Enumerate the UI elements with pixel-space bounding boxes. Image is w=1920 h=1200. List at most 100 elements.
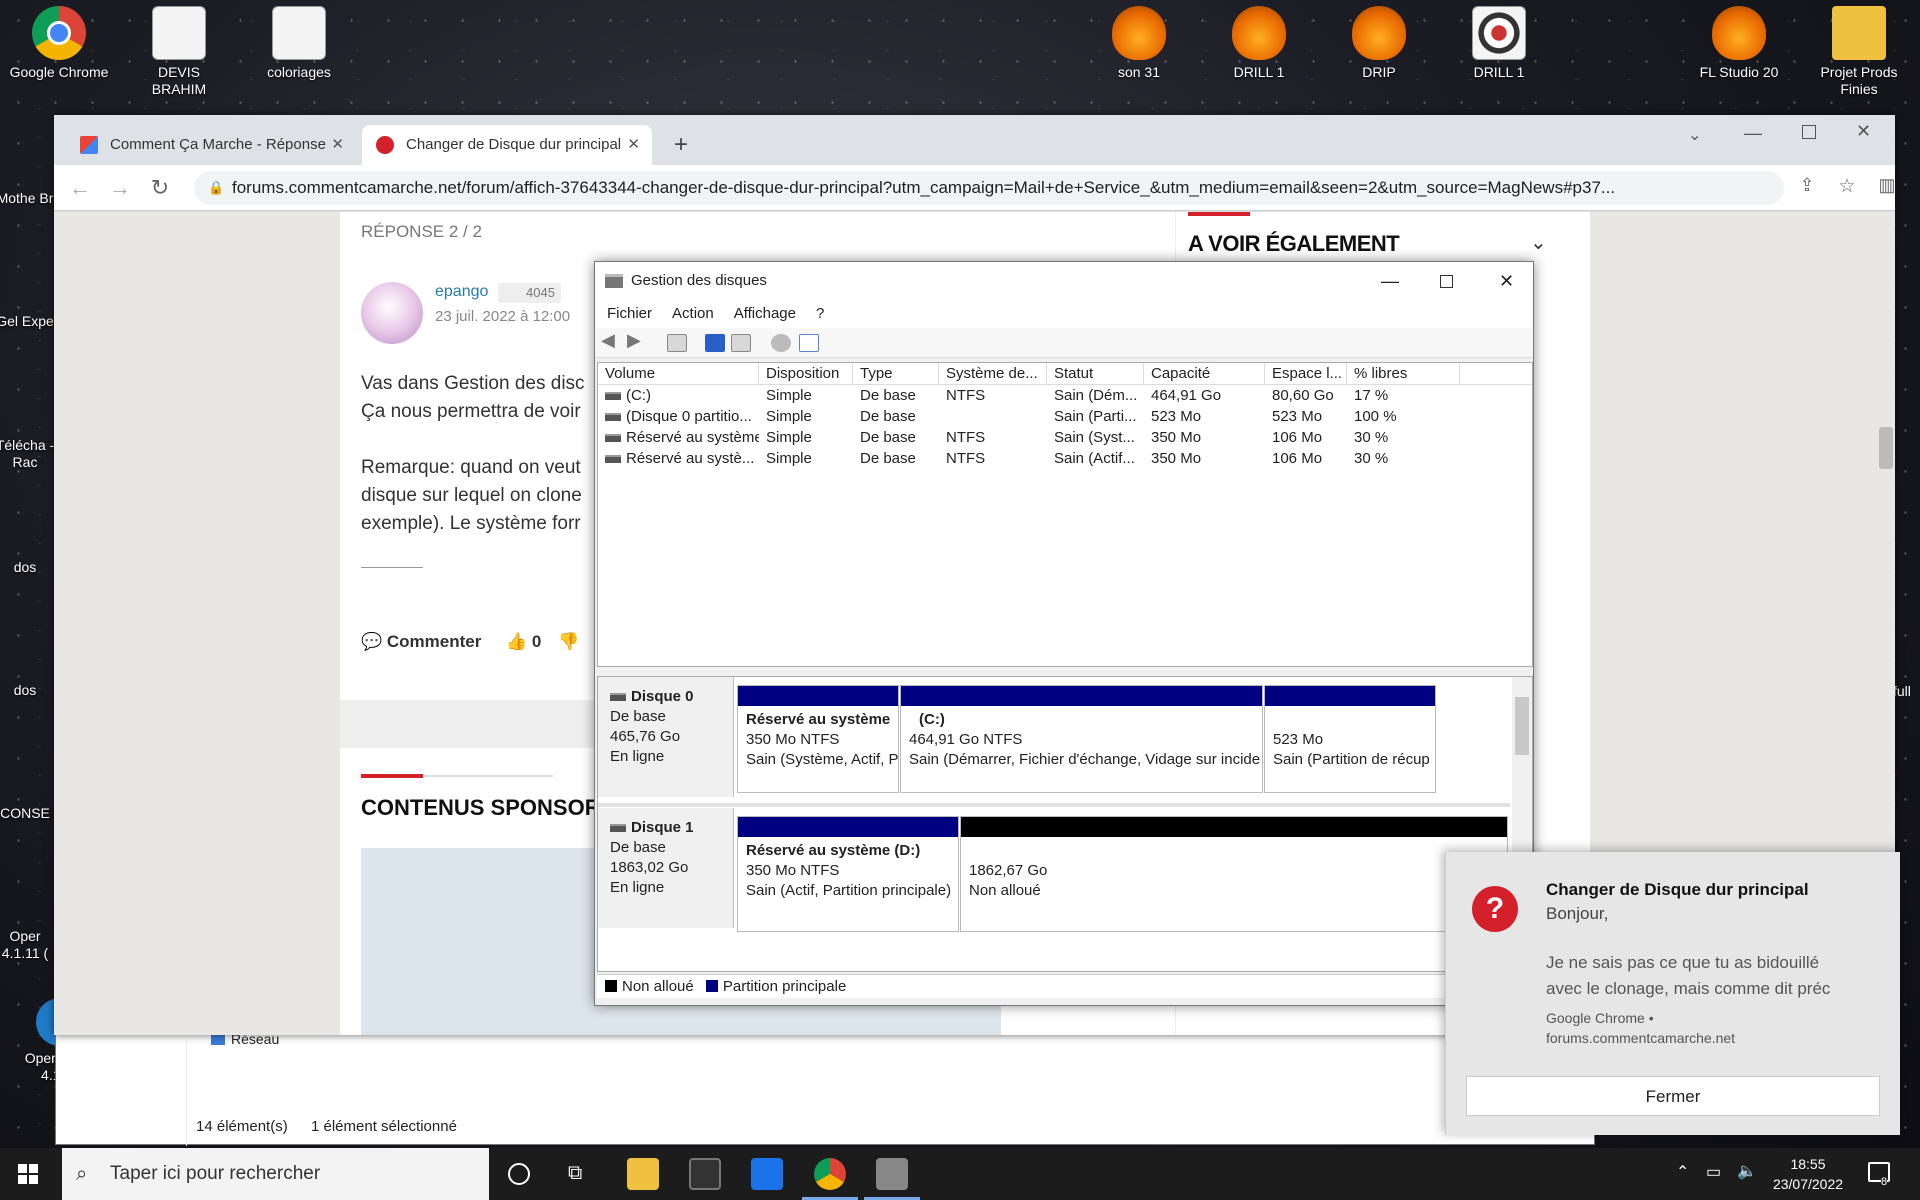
table-row[interactable]: (C:) Simple De base NTFS Sain (Dém... 46… (598, 385, 1532, 406)
mail-taskbar-icon[interactable] (751, 1158, 783, 1190)
close-notification-button[interactable]: Fermer (1466, 1076, 1880, 1116)
ccm-logo-icon: ? (1472, 886, 1518, 932)
disk-graphical-view[interactable]: Disque 0 De base 465,76 Go En ligne Rése… (597, 676, 1533, 972)
like-count: 0 (531, 632, 542, 651)
disk-management-window[interactable]: Gestion des disques — ✕ Fichier Action Aff… (594, 261, 1534, 1006)
comment-button[interactable]: 💬 Commenter (361, 632, 481, 652)
disk1-unallocated[interactable]: 1862,67 Go Non alloué (960, 816, 1508, 932)
back-icon[interactable]: ◀ (601, 330, 621, 350)
author-score-badge: 4045 (498, 283, 561, 303)
close-tab-icon[interactable]: ✕ (331, 125, 344, 165)
desktop-icon-projet-prods[interactable]: Projet Prods Finies (1809, 0, 1909, 98)
desktop-icon-left-6[interactable]: CONSE (0, 805, 60, 822)
desktop-icon-drip[interactable]: DRIP (1329, 0, 1429, 81)
column-volume[interactable]: Volume (598, 363, 759, 385)
rule (423, 775, 553, 777)
type-cell: De base (860, 450, 916, 467)
cortana-icon[interactable] (508, 1163, 530, 1185)
reload-button[interactable]: ↻ (146, 175, 174, 201)
table-row[interactable]: Réservé au systè... Simple De base NTFS … (598, 448, 1532, 469)
disk0-label[interactable]: Disque 0 De base 465,76 Go En ligne (598, 677, 734, 797)
close-window-button[interactable]: ✕ (1856, 121, 1871, 142)
connect-icon[interactable] (771, 334, 791, 352)
network-icon[interactable]: ▭ (1706, 1162, 1721, 1182)
tab-gmail[interactable]: Comment Ça Marche - Réponse ✕ (66, 125, 356, 165)
column-type[interactable]: Type (853, 363, 939, 385)
comment-icon: 💬 (361, 632, 387, 651)
new-tab-button[interactable]: + (674, 131, 688, 159)
dm-titlebar[interactable]: Gestion des disques — ✕ (595, 262, 1533, 300)
sidepanel-icon[interactable]: ▥ (1873, 175, 1901, 196)
column-free-space[interactable]: Espace l... (1265, 363, 1347, 385)
forward-icon[interactable]: ▶ (627, 330, 647, 350)
desktop-icon-fl-studio[interactable]: FL Studio 20 (1689, 0, 1789, 81)
table-row[interactable]: (Disque 0 partitio... Simple De base Sai… (598, 406, 1532, 427)
maximize-button[interactable] (1802, 125, 1816, 139)
disk-management-taskbar-icon[interactable] (876, 1158, 908, 1190)
desktop-icon-left-1[interactable]: Mothe Br (0, 190, 60, 207)
chrome-taskbar-icon[interactable] (814, 1158, 846, 1190)
taskbar-search[interactable]: ⌕ Taper ici pour rechercher (62, 1148, 489, 1200)
notification-toast[interactable]: ? Changer de Disque dur principal Bonjou… (1445, 852, 1900, 1135)
disk1-label[interactable]: Disque 1 De base 1863,02 Go En ligne (598, 808, 734, 928)
help-icon[interactable] (705, 334, 725, 352)
minimize-button[interactable]: — (1744, 123, 1762, 144)
tab-active[interactable]: Changer de Disque dur principal ✕ (362, 125, 652, 165)
desktop-icon-google-chrome[interactable]: Google Chrome (9, 0, 109, 81)
desktop-icon-drill-1-audio[interactable]: DRILL 1 (1449, 0, 1549, 81)
volume-icon (605, 413, 621, 422)
menu-help[interactable]: ? (816, 305, 824, 322)
properties-icon[interactable] (731, 334, 751, 352)
author-link[interactable]: epango (435, 278, 488, 306)
maximize-button[interactable] (1440, 275, 1453, 288)
desktop-icon-son-31[interactable]: son 31 (1089, 0, 1189, 81)
address-bar[interactable]: 🔒 forums.commentcamarche.net/forum/affic… (194, 171, 1784, 205)
disk0-partition-system[interactable]: Réservé au système 350 Mo NTFS Sain (Sys… (737, 685, 899, 793)
minimize-button[interactable]: — (1381, 262, 1399, 300)
partition-name: Réservé au système (746, 711, 891, 728)
desktop-icon-left-3[interactable]: Télécha - Rac (0, 437, 60, 471)
volume-icon[interactable]: 🔈 (1737, 1161, 1757, 1181)
menu-fichier[interactable]: Fichier (607, 305, 652, 322)
percent-cell: 17 % (1354, 387, 1389, 404)
desktop-icon-left-7[interactable]: Oper 4.1.11 ( (0, 928, 60, 962)
volume-list[interactable]: Volume Disposition Type Système de... St… (597, 362, 1533, 667)
settings-icon[interactable] (799, 334, 819, 352)
column-status[interactable]: Statut (1047, 363, 1144, 385)
desktop-icon-left-2[interactable]: Gel Expe (0, 313, 60, 330)
bookmark-star-icon[interactable]: ☆ (1833, 175, 1861, 198)
console-tree-icon[interactable] (667, 334, 687, 352)
avatar[interactable] (361, 282, 423, 344)
forward-button[interactable]: → (106, 175, 134, 201)
disk1-partition-d[interactable]: Réservé au système (D:) 350 Mo NTFS Sain… (737, 816, 959, 932)
desktop-icon-left-4[interactable]: dos (0, 559, 60, 576)
like-button[interactable]: 👍 0 (506, 632, 541, 652)
task-view-icon[interactable]: ⧉ (568, 1162, 582, 1185)
column-filesystem[interactable]: Système de... (939, 363, 1047, 385)
desktop-icon-left-5[interactable]: dos (0, 682, 60, 699)
file-explorer-taskbar-icon[interactable] (627, 1158, 659, 1190)
share-icon[interactable]: ⇪ (1793, 175, 1821, 196)
menu-affichage[interactable]: Affichage (734, 305, 796, 322)
clock[interactable]: 18:55 23/07/2022 (1768, 1154, 1848, 1194)
desktop-icon-coloriages[interactable]: coloriages (249, 0, 349, 81)
table-row[interactable]: Réservé au système Simple De base NTFS S… (598, 427, 1532, 448)
store-taskbar-icon[interactable] (689, 1158, 721, 1190)
desktop-icon-drill-1[interactable]: DRILL 1 (1209, 0, 1309, 81)
disk0-partition-c[interactable]: (C:) 464,91 Go NTFS Sain (Démarrer, Fich… (900, 685, 1263, 793)
close-tab-icon[interactable]: ✕ (627, 125, 640, 165)
windows-start-icon[interactable] (18, 1164, 38, 1184)
back-button[interactable]: ← (66, 175, 94, 201)
disk0-partition-recovery[interactable]: 523 Mo Sain (Partition de récup (1264, 685, 1436, 793)
chevron-down-icon[interactable]: ⌄ (1530, 230, 1547, 255)
desktop-icon-devis-brahim[interactable]: DEVIS BRAHIM (129, 0, 229, 98)
page-scrollbar[interactable] (1879, 427, 1893, 469)
tab-search-icon[interactable]: ⌄ (1688, 125, 1701, 145)
menu-action[interactable]: Action (672, 305, 714, 322)
thumbs-down-icon[interactable]: 👎 (558, 632, 579, 652)
column-disposition[interactable]: Disposition (759, 363, 853, 385)
column-capacity[interactable]: Capacité (1144, 363, 1265, 385)
chevron-up-icon[interactable]: ⌃ (1676, 1162, 1689, 1182)
column-percent-free[interactable]: % libres (1347, 363, 1460, 385)
close-button[interactable]: ✕ (1499, 262, 1514, 300)
